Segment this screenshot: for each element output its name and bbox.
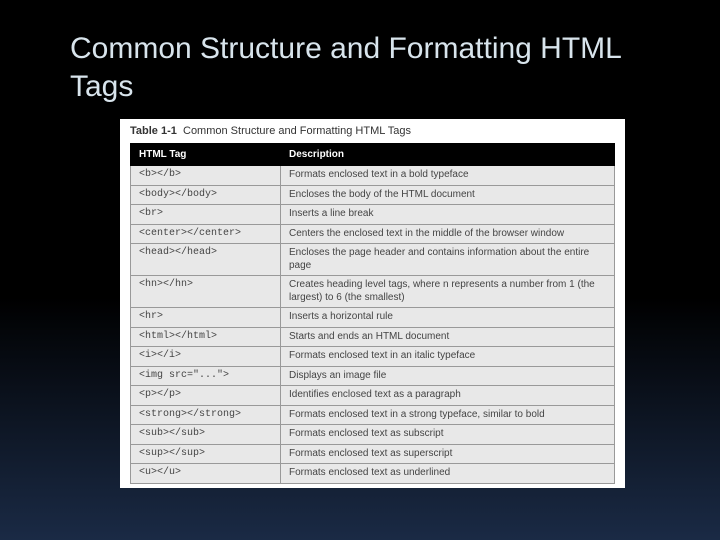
table-row: <head></head>Encloses the page header an… bbox=[131, 244, 615, 276]
cell-desc: Creates heading level tags, where n repr… bbox=[281, 276, 615, 308]
cell-tag: <img src="..."> bbox=[131, 366, 281, 386]
cell-tag: <p></p> bbox=[131, 386, 281, 406]
table-row: <hr>Inserts a horizontal rule bbox=[131, 308, 615, 328]
cell-tag: <body></body> bbox=[131, 185, 281, 205]
cell-desc: Identifies enclosed text as a paragraph bbox=[281, 386, 615, 406]
cell-desc: Formats enclosed text as underlined bbox=[281, 464, 615, 484]
table-row: <hn></hn>Creates heading level tags, whe… bbox=[131, 276, 615, 308]
table-caption: Table 1-1 Common Structure and Formattin… bbox=[130, 125, 615, 137]
table-caption-text: Common Structure and Formatting HTML Tag… bbox=[183, 125, 411, 137]
cell-tag: <b></b> bbox=[131, 166, 281, 186]
cell-desc: Inserts a line break bbox=[281, 205, 615, 225]
cell-tag: <center></center> bbox=[131, 224, 281, 244]
table-row: <sup></sup>Formats enclosed text as supe… bbox=[131, 444, 615, 464]
cell-tag: <br> bbox=[131, 205, 281, 225]
table-body: <b></b>Formats enclosed text in a bold t… bbox=[131, 166, 615, 484]
col-header-desc: Description bbox=[281, 144, 615, 166]
cell-desc: Formats enclosed text as superscript bbox=[281, 444, 615, 464]
slide: Common Structure and Formatting HTML Tag… bbox=[0, 0, 720, 488]
cell-desc: Formats enclosed text in a bold typeface bbox=[281, 166, 615, 186]
cell-tag: <i></i> bbox=[131, 347, 281, 367]
table-row: <i></i>Formats enclosed text in an itali… bbox=[131, 347, 615, 367]
page-title: Common Structure and Formatting HTML Tag… bbox=[70, 30, 650, 105]
cell-tag: <u></u> bbox=[131, 464, 281, 484]
table-row: <sub></sub>Formats enclosed text as subs… bbox=[131, 425, 615, 445]
table-row: <center></center>Centers the enclosed te… bbox=[131, 224, 615, 244]
table-row: <b></b>Formats enclosed text in a bold t… bbox=[131, 166, 615, 186]
cell-desc: Formats enclosed text in an italic typef… bbox=[281, 347, 615, 367]
table-row: <p></p>Identifies enclosed text as a par… bbox=[131, 386, 615, 406]
table-row: <br>Inserts a line break bbox=[131, 205, 615, 225]
cell-desc: Centers the enclosed text in the middle … bbox=[281, 224, 615, 244]
table-row: <html></html>Starts and ends an HTML doc… bbox=[131, 327, 615, 347]
cell-tag: <sup></sup> bbox=[131, 444, 281, 464]
cell-desc: Encloses the page header and contains in… bbox=[281, 244, 615, 276]
cell-desc: Starts and ends an HTML document bbox=[281, 327, 615, 347]
cell-desc: Formats enclosed text as subscript bbox=[281, 425, 615, 445]
cell-tag: <head></head> bbox=[131, 244, 281, 276]
cell-tag: <strong></strong> bbox=[131, 405, 281, 425]
table-row: <img src="...">Displays an image file bbox=[131, 366, 615, 386]
cell-desc: Inserts a horizontal rule bbox=[281, 308, 615, 328]
cell-desc: Encloses the body of the HTML document bbox=[281, 185, 615, 205]
tags-table: HTML Tag Description <b></b>Formats encl… bbox=[130, 143, 615, 484]
table-row: <body></body>Encloses the body of the HT… bbox=[131, 185, 615, 205]
col-header-tag: HTML Tag bbox=[131, 144, 281, 166]
cell-tag: <hr> bbox=[131, 308, 281, 328]
figure: Table 1-1 Common Structure and Formattin… bbox=[120, 119, 625, 488]
cell-tag: <hn></hn> bbox=[131, 276, 281, 308]
table-row: <u></u>Formats enclosed text as underlin… bbox=[131, 464, 615, 484]
cell-desc: Formats enclosed text in a strong typefa… bbox=[281, 405, 615, 425]
cell-desc: Displays an image file bbox=[281, 366, 615, 386]
table-header-row: HTML Tag Description bbox=[131, 144, 615, 166]
table-row: <strong></strong>Formats enclosed text i… bbox=[131, 405, 615, 425]
cell-tag: <sub></sub> bbox=[131, 425, 281, 445]
table-label: Table 1-1 bbox=[130, 125, 177, 137]
cell-tag: <html></html> bbox=[131, 327, 281, 347]
